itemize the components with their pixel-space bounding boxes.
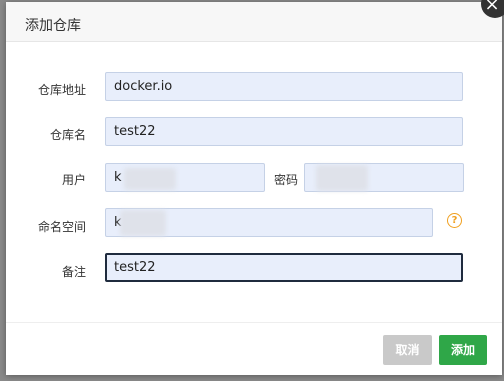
footer-divider: [6, 322, 502, 323]
add-button[interactable]: 添加: [439, 335, 487, 365]
dialog-title: 添加仓库: [25, 18, 81, 34]
registry-address-label: 仓库地址: [37, 83, 86, 97]
registry-name-label: 仓库名: [49, 128, 86, 142]
redacted-namespace-overlay: [120, 210, 166, 236]
dialog-header: 添加仓库: [6, 2, 502, 42]
user-label: 用户: [61, 173, 86, 187]
close-glyph: ×: [484, 0, 500, 15]
namespace-label: 命名空间: [37, 220, 86, 234]
cancel-button[interactable]: 取消: [383, 335, 432, 365]
user-input-value: k: [114, 170, 122, 185]
registry-name-input[interactable]: test22: [105, 117, 463, 146]
password-label: 密码: [273, 173, 298, 187]
remark-input[interactable]: test22: [105, 253, 463, 282]
redacted-user-overlay: [124, 168, 176, 190]
help-icon[interactable]: ?: [447, 213, 462, 228]
redacted-password-overlay: [316, 165, 368, 191]
remark-label: 备注: [61, 265, 86, 279]
registry-address-input[interactable]: docker.io: [105, 72, 463, 101]
add-registry-dialog: 添加仓库 仓库地址 docker.io 仓库名 test22 用户 k 密码 命…: [6, 2, 502, 375]
